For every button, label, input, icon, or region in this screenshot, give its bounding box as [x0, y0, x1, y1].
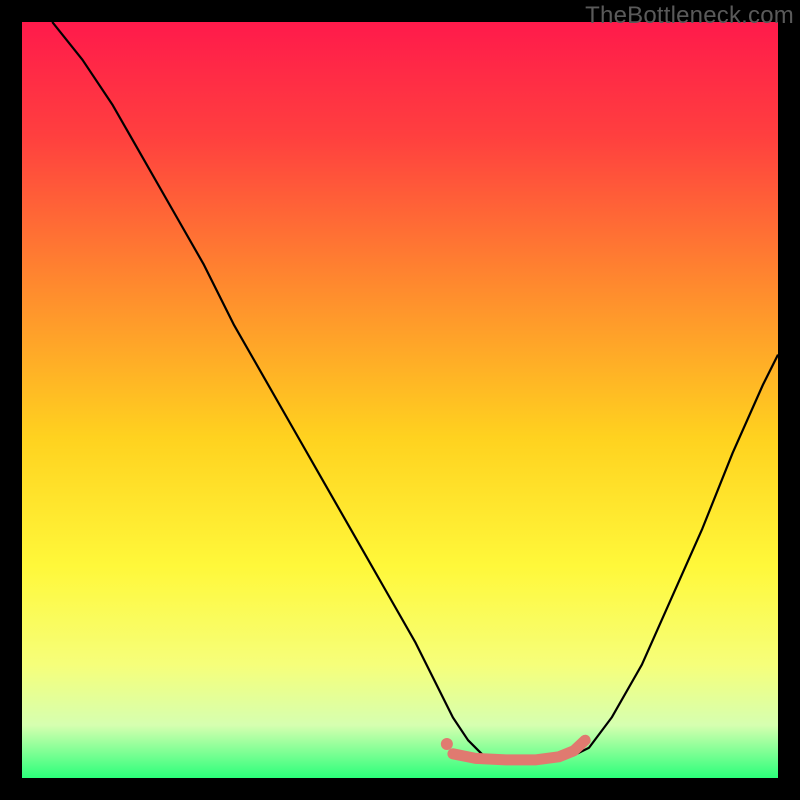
- plot-area: [22, 22, 778, 778]
- background-gradient: [22, 22, 778, 778]
- chart-frame: TheBottleneck.com: [0, 0, 800, 800]
- watermark-text: TheBottleneck.com: [585, 2, 794, 30]
- chart-svg: [22, 22, 778, 778]
- highlight-dot: [441, 738, 453, 750]
